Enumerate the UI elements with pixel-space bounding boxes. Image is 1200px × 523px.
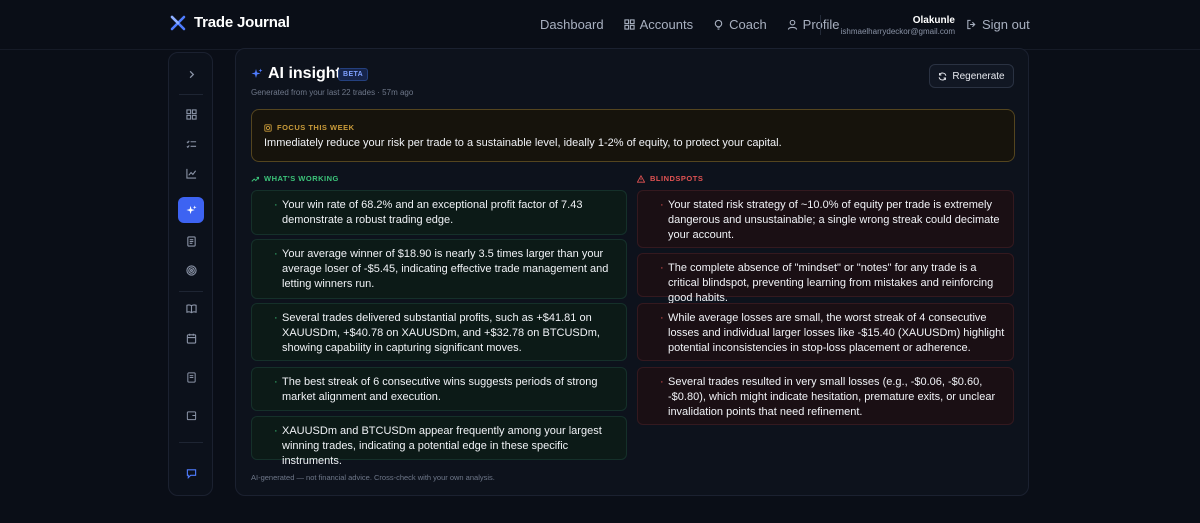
- focus-text: Immediately reduce your risk per trade t…: [264, 137, 782, 149]
- journal-icon: [186, 235, 196, 247]
- working-item-text: Your average winner of $18.90 is nearly …: [282, 248, 609, 290]
- chat-icon: [186, 468, 196, 479]
- sidebar-item-calendar[interactable]: [178, 325, 204, 351]
- bullet: ·: [274, 199, 278, 211]
- signout-label: Sign out: [982, 17, 1030, 32]
- blindspots-heading: BLINDSPOTS: [637, 174, 703, 183]
- working-item: · The best streak of 6 consecutive wins …: [251, 367, 627, 411]
- warning-icon: [637, 174, 645, 183]
- sidebar-item-analytics[interactable]: [178, 160, 204, 186]
- sidebar-item-dashboard[interactable]: [178, 101, 204, 127]
- nav-label: Coach: [729, 17, 767, 32]
- working-item: · Your win rate of 68.2% and an exceptio…: [251, 190, 627, 235]
- bullet: ·: [274, 376, 278, 388]
- app-name: Trade Journal: [194, 14, 290, 31]
- sidebar-item-playbook[interactable]: [178, 295, 204, 321]
- sidebar-item-notes[interactable]: [178, 364, 204, 390]
- dashboard-grid-icon: [185, 108, 197, 120]
- focus-label: FOCUS THIS WEEK: [264, 123, 355, 132]
- logo-icon: [170, 15, 186, 30]
- nav-accounts[interactable]: Accounts: [623, 17, 694, 32]
- sidebar-item-goals[interactable]: [178, 257, 204, 283]
- refresh-icon: [939, 72, 947, 80]
- target-icon: [264, 123, 272, 132]
- bullet: ·: [274, 312, 278, 324]
- sidebar-expand-button[interactable]: [178, 61, 204, 87]
- beta-badge: BETA: [338, 68, 369, 81]
- regenerate-button[interactable]: Regenerate: [929, 64, 1014, 88]
- blindspot-item-text: While average losses are small, the wors…: [668, 312, 1005, 354]
- generated-info: Generated from your last 22 trades · 57m…: [251, 88, 414, 97]
- sidebar-divider: [179, 94, 203, 95]
- lightbulb-icon: [714, 19, 723, 30]
- trending-up-icon: [251, 176, 259, 182]
- working-item: · Your average winner of $18.90 is nearl…: [251, 239, 627, 299]
- working-item-text: Several trades delivered substantial pro…: [282, 312, 600, 354]
- sidebar-item-journal[interactable]: [178, 228, 204, 254]
- working-item-text: The best streak of 6 consecutive wins su…: [282, 376, 598, 403]
- chevron-right-icon: [189, 70, 194, 78]
- bullet: ·: [660, 312, 664, 324]
- bullet: ·: [274, 248, 278, 260]
- calendar-icon: [186, 333, 196, 344]
- nav-label: Dashboard: [540, 17, 604, 32]
- checklist-icon: [186, 140, 196, 148]
- blindspot-item: · Your stated risk strategy of ~10.0% of…: [637, 190, 1014, 248]
- ai-insights-card: AI insights BETA Generated from your las…: [235, 48, 1029, 496]
- bullet: ·: [660, 199, 664, 211]
- blindspot-item: · The complete absence of "mindset" or "…: [637, 253, 1014, 304]
- focus-label-text: FOCUS THIS WEEK: [277, 123, 355, 132]
- regenerate-label: Regenerate: [952, 70, 1005, 82]
- focus-panel: FOCUS THIS WEEK Immediately reduce your …: [251, 109, 1015, 162]
- logo[interactable]: Trade Journal: [170, 14, 290, 31]
- whats-working-label: WHAT'S WORKING: [264, 174, 339, 183]
- signout-button[interactable]: Sign out: [966, 17, 1030, 32]
- blindspot-item-text: Your stated risk strategy of ~10.0% of e…: [668, 199, 1000, 241]
- nav-profile[interactable]: Profile: [787, 17, 840, 32]
- sparkles-icon: [251, 68, 263, 78]
- bullet: ·: [274, 425, 278, 437]
- sidebar-item-trades[interactable]: [178, 131, 204, 157]
- user-name: Olakunle: [912, 15, 955, 26]
- nav-label: Accounts: [639, 17, 694, 32]
- main-nav: Dashboard Accounts Coach Profile: [540, 17, 840, 32]
- blindspots-label: BLINDSPOTS: [650, 174, 704, 183]
- user-email: ishmaelharrydeckor@gmail.com: [840, 27, 955, 36]
- working-item-text: XAUUSDm and BTCUSDm appear frequently am…: [282, 425, 602, 467]
- target-icon: [185, 264, 197, 276]
- working-item: · Several trades delivered substantial p…: [251, 303, 627, 361]
- nav-divider: [820, 15, 821, 35]
- wallet-icon: [186, 410, 196, 420]
- bullet: ·: [660, 376, 664, 388]
- sidebar-item-wallet[interactable]: [178, 402, 204, 428]
- sidebar: [168, 52, 213, 496]
- user-icon: [787, 19, 797, 30]
- nav-coach[interactable]: Coach: [713, 17, 767, 32]
- sidebar-divider: [179, 442, 203, 443]
- sparkles-icon: [185, 204, 197, 214]
- user-info: Olakunle ishmaelharrydeckor@gmail.com: [841, 15, 955, 36]
- signout-icon: [967, 19, 976, 30]
- blindspot-item-text: Several trades resulted in very small lo…: [668, 376, 996, 418]
- grid-icon: [623, 19, 635, 30]
- whats-working-heading: WHAT'S WORKING: [251, 174, 339, 183]
- nav-label: Profile: [802, 17, 840, 32]
- blindspot-item: · Several trades resulted in very small …: [637, 367, 1014, 425]
- bullet: ·: [660, 262, 664, 274]
- sidebar-divider: [179, 291, 203, 292]
- notes-icon: [186, 371, 196, 383]
- sidebar-item-ai-insights[interactable]: [178, 197, 204, 223]
- blindspot-item: · While average losses are small, the wo…: [637, 303, 1014, 361]
- blindspot-item-text: The complete absence of "mindset" or "no…: [668, 262, 994, 304]
- working-item-text: Your win rate of 68.2% and an exceptiona…: [282, 199, 583, 226]
- working-item: · XAUUSDm and BTCUSDm appear frequently …: [251, 416, 627, 467]
- disclaimer: AI-generated — not financial advice. Cro…: [251, 473, 495, 482]
- top-nav: Trade Journal Dashboard Accounts Coach P…: [0, 0, 1200, 50]
- sidebar-item-chat[interactable]: [178, 460, 204, 486]
- chart-line-icon: [185, 168, 196, 179]
- book-open-icon: [185, 303, 197, 313]
- nav-dashboard[interactable]: Dashboard: [540, 17, 604, 32]
